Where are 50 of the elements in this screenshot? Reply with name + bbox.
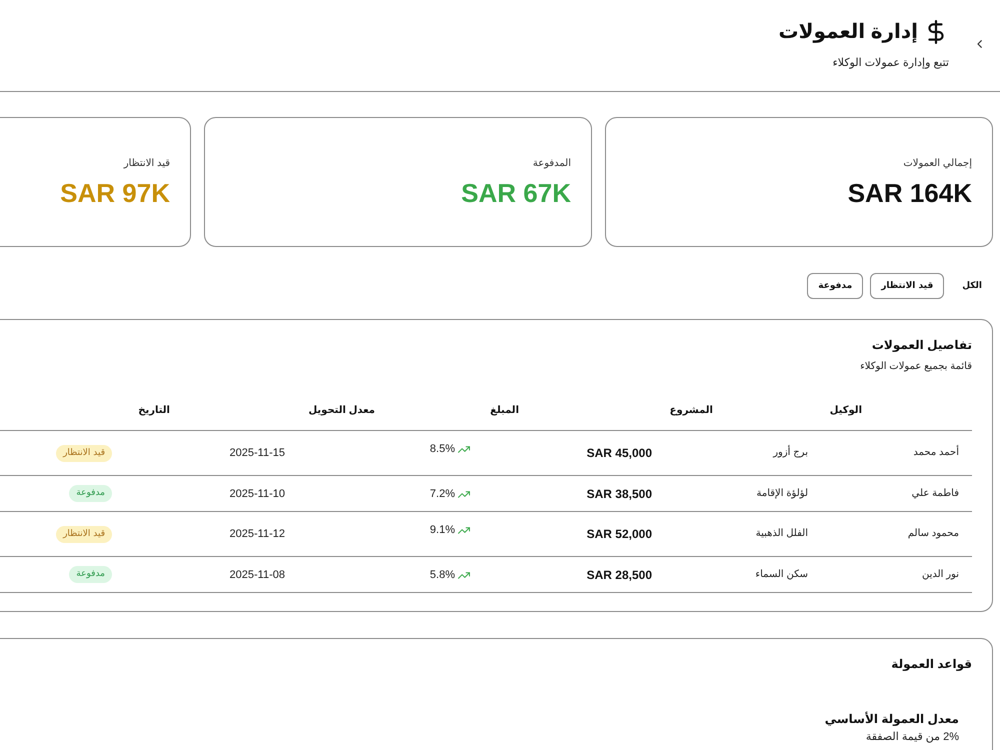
project-name: لؤلؤة الإقامة: [756, 486, 808, 500]
date-text: 2025-11-08: [230, 568, 285, 582]
card-title: تفاصيل العمولات: [870, 337, 972, 354]
column-header: معدل التحويل: [308, 404, 375, 418]
rule-description: 2% من قيمة الصفقة: [864, 730, 959, 744]
column-header: المبلغ: [489, 404, 519, 418]
rate-text: 9.1%: [430, 523, 455, 538]
page-title: إدارة العمولات: [778, 20, 918, 45]
status-badge: مدفوعة: [69, 566, 112, 583]
amount-text: SAR 52,000: [586, 526, 652, 542]
stat-label: المدفوعة: [532, 157, 571, 171]
column-header: التاريخ: [137, 404, 170, 418]
rate-text: 5.8%: [430, 568, 455, 583]
stat-value: SAR 164K: [846, 178, 972, 208]
date-text: 2025-11-15: [230, 446, 285, 461]
page-subtitle: تتبع وإدارة عمولات الوكلاء: [832, 56, 949, 71]
card-title: قواعد العمولة: [890, 656, 972, 673]
date-text: 2025-11-12: [230, 527, 285, 542]
amount-text: SAR 38,500: [586, 486, 652, 502]
column-header: الوكيل: [828, 404, 862, 418]
agent-name: فاطمة علي: [912, 486, 959, 500]
stat-label: قيد الانتظار: [122, 157, 170, 171]
trend-up-icon: [458, 572, 470, 579]
rate-text: 8.5%: [430, 442, 455, 457]
dollar-sign-icon: [928, 20, 944, 44]
agent-name: أحمد محمد: [913, 445, 959, 460]
project-name: الفلل الذهبية: [756, 527, 808, 541]
status-badge: مدفوعة: [69, 485, 112, 502]
filter-tab[interactable]: قيد الانتظار: [870, 273, 944, 299]
project-name: سكن السماء: [755, 568, 808, 582]
trend-up-icon: [458, 491, 470, 498]
column-header: المشروع: [668, 404, 713, 418]
amount-text: SAR 28,500: [586, 566, 652, 582]
trend-up-icon: [458, 527, 470, 534]
rate-text: 7.2%: [430, 487, 455, 502]
trend-up-icon: [458, 446, 470, 453]
rule-title: معدل العمولة الأساسي: [824, 710, 959, 728]
date-text: 2025-11-10: [230, 486, 285, 502]
agent-name: محمود سالم: [908, 527, 959, 541]
chevron-icon[interactable]: [977, 40, 982, 48]
filter-tab[interactable]: مدفوعة: [807, 273, 864, 299]
stat-label: إجمالي العمولات: [902, 157, 972, 171]
status-badge: قيد الانتظار: [56, 444, 112, 462]
card-subtitle: قائمة بجميع عمولات الوكلاء: [859, 360, 972, 374]
project-name: برج أزور: [773, 445, 808, 460]
agent-name: نور الدين: [922, 568, 959, 582]
stat-value: SAR 97K: [59, 178, 170, 208]
amount-text: SAR 45,000: [586, 445, 652, 461]
stat-value: SAR 67K: [460, 178, 571, 208]
status-badge: قيد الانتظار: [56, 526, 112, 542]
